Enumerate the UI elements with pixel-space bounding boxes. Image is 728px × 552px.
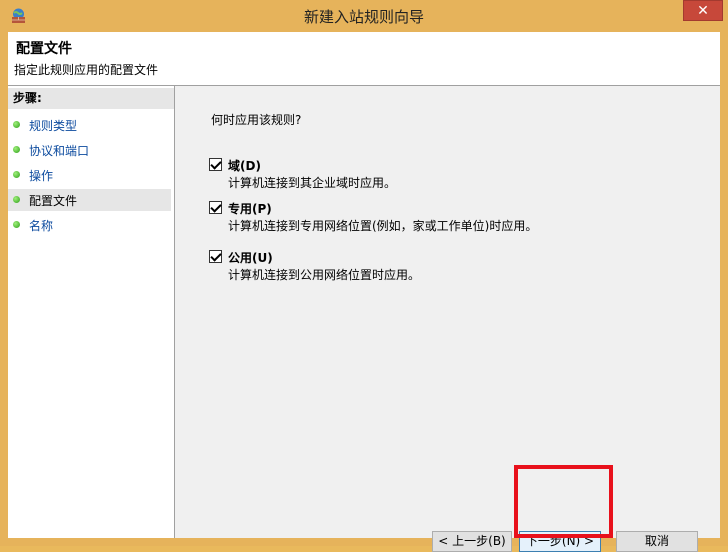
sidebar-item-label: 操作 bbox=[29, 169, 54, 183]
window-title: 新建入站规则向导 bbox=[303, 8, 424, 26]
wizard-window: 新建入站规则向导 ✕ 配置文件 指定此规则应用的配置文件 步骤: 规则类型 协议… bbox=[0, 0, 728, 552]
green-dot-icon bbox=[13, 146, 20, 153]
wizard-client-area: 配置文件 指定此规则应用的配置文件 步骤: 规则类型 协议和端口 操作 配置文件 bbox=[8, 32, 720, 552]
public-label[interactable]: 公用(U) bbox=[228, 249, 273, 266]
page-title: 配置文件 bbox=[16, 41, 72, 57]
green-dot-icon bbox=[13, 121, 20, 128]
sidebar-item-protocol-ports[interactable]: 协议和端口 bbox=[8, 139, 171, 161]
sidebar-item-profile[interactable]: 配置文件 bbox=[8, 189, 171, 211]
profile-content: 何时应用该规则? 域(D) 计算机连接到其企业域时应用。 专用(P) 计算机连接… bbox=[175, 86, 720, 552]
green-dot-icon bbox=[13, 221, 20, 228]
sidebar-item-label: 规则类型 bbox=[29, 119, 78, 133]
domain-label[interactable]: 域(D) bbox=[228, 157, 261, 174]
back-button[interactable]: < 上一步(B) bbox=[432, 531, 512, 552]
domain-checkbox[interactable] bbox=[209, 158, 222, 171]
domain-description: 计算机连接到其企业域时应用。 bbox=[228, 176, 397, 190]
steps-header: 步骤: bbox=[8, 88, 174, 109]
private-checkbox[interactable] bbox=[209, 201, 222, 214]
title-bar[interactable]: 新建入站规则向导 ✕ bbox=[0, 0, 728, 32]
green-dot-icon bbox=[13, 196, 20, 203]
sidebar-item-action[interactable]: 操作 bbox=[8, 164, 171, 186]
sidebar-item-label: 协议和端口 bbox=[29, 144, 90, 158]
cancel-button[interactable]: 取消 bbox=[616, 531, 698, 552]
highlight-annotation-box bbox=[514, 465, 613, 538]
sidebar-item-name[interactable]: 名称 bbox=[8, 214, 171, 236]
sidebar-item-label: 名称 bbox=[29, 219, 54, 233]
sidebar-item-rule-type[interactable]: 规则类型 bbox=[8, 114, 171, 136]
steps-sidebar: 步骤: 规则类型 协议和端口 操作 配置文件 名称 bbox=[8, 86, 175, 538]
page-subtitle: 指定此规则应用的配置文件 bbox=[14, 63, 159, 77]
green-dot-icon bbox=[13, 171, 20, 178]
close-button[interactable]: ✕ bbox=[683, 0, 723, 21]
private-description: 计算机连接到专用网络位置(例如，家或工作单位)时应用。 bbox=[228, 219, 538, 233]
private-label[interactable]: 专用(P) bbox=[228, 200, 272, 217]
sidebar-item-label: 配置文件 bbox=[29, 194, 78, 208]
public-description: 计算机连接到公用网络位置时应用。 bbox=[228, 268, 421, 282]
public-checkbox[interactable] bbox=[209, 250, 222, 263]
page-header: 配置文件 指定此规则应用的配置文件 bbox=[8, 32, 720, 86]
question-text: 何时应用该规则? bbox=[211, 113, 302, 127]
